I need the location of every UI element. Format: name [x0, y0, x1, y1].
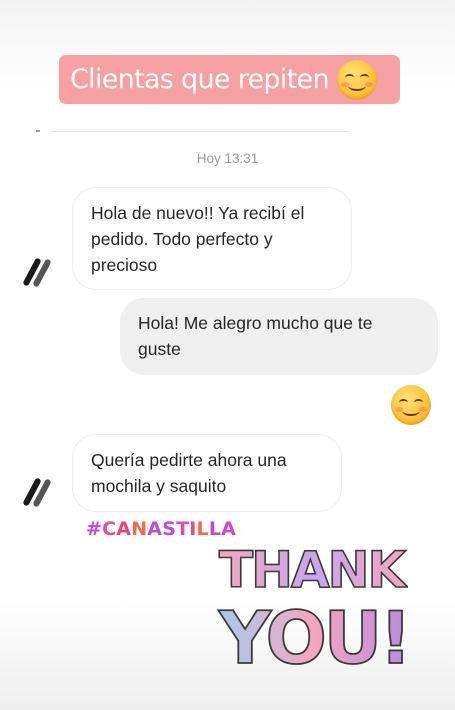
contact-avatar[interactable] — [17, 252, 57, 292]
contact-avatar[interactable] — [17, 472, 57, 512]
incoming-message[interactable]: Quería pedirte ahora una mochila y saqui… — [72, 434, 342, 512]
divider-tick — [36, 130, 40, 132]
story-title-text: Clientas que repiten — [70, 64, 330, 95]
story-title-banner: Clientas que repiten — [59, 55, 400, 104]
chat-timestamp: Hoy 13:31 — [196, 151, 259, 166]
smiling-face-icon — [336, 59, 377, 100]
chat-divider — [52, 131, 350, 132]
incoming-message[interactable]: Hola de nuevo!! Ya recibí el pedido. Tod… — [72, 187, 352, 290]
smiling-face-icon[interactable] — [391, 385, 431, 425]
thank-you-sticker[interactable]: THANK YOU! — [213, 535, 408, 675]
you-text: YOU! — [218, 596, 408, 675]
thank-text: THANK — [219, 541, 408, 599]
outgoing-message[interactable]: Hola! Me alegro mucho que te guste — [120, 298, 438, 375]
